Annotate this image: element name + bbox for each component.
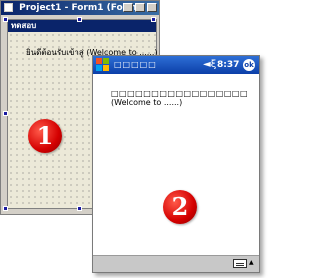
resize-handle-bottom-left[interactable] <box>3 206 8 211</box>
minimize-button[interactable] <box>123 3 133 12</box>
window-icon <box>4 3 13 12</box>
input-panel-arrow-icon[interactable]: ▲ <box>249 259 254 266</box>
resize-handle-top-right[interactable] <box>151 17 156 22</box>
speaker-icon[interactable]: ◄ξ <box>203 56 216 74</box>
maximize-button[interactable] <box>135 3 145 12</box>
step-badge-2: 2 <box>163 190 197 224</box>
pocket-pc-menubar: ▲ <box>93 255 259 272</box>
step-badge-1: 1 <box>28 119 62 153</box>
designer-titlebar[interactable]: Project1 - Form1 (Form) <box>1 1 159 15</box>
form-caption: ทดสอบ <box>8 20 156 32</box>
ok-button[interactable]: ok <box>243 59 255 71</box>
resize-handle-bottom[interactable] <box>77 206 82 211</box>
resize-handle-left[interactable] <box>3 111 8 116</box>
resize-handle-top[interactable] <box>77 17 82 22</box>
resize-handle-top-left[interactable] <box>3 17 8 22</box>
pocket-pc-taskbar: □□□□□ ◄ξ 8:37 ok <box>93 56 259 74</box>
pocket-pc-screen: □□□□□ ◄ξ 8:37 ok □□□□□□□□□□□□□□□□□ (Welc… <box>92 55 260 273</box>
keyboard-icon[interactable] <box>233 259 247 268</box>
garbled-thai-text: □□□□□□□□□□□□□□□□□ <box>111 89 248 98</box>
pocket-pc-title: □□□□□ <box>114 60 157 69</box>
start-flag-icon[interactable] <box>96 58 110 72</box>
clock-time[interactable]: 8:37 <box>217 56 239 74</box>
screenshot-stage: Project1 - Form1 (Form) ทดสอบ ยินดีต้อนร… <box>0 0 263 278</box>
welcome-text: (Welcome to ......) <box>111 98 183 107</box>
close-button[interactable] <box>147 3 157 12</box>
